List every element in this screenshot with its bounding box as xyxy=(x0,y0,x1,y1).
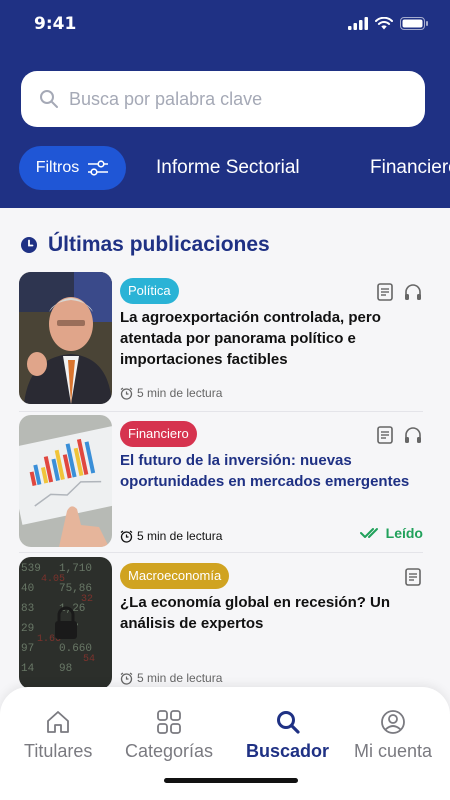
wifi-icon xyxy=(375,17,393,30)
section-title: Últimas publicaciones xyxy=(48,233,270,256)
filter-chips: Filtros Informe Sectorial Financiero xyxy=(19,146,450,190)
header: 9:41 Busca por palabra clave Filtros Inf… xyxy=(0,0,450,208)
double-check-icon xyxy=(359,528,378,538)
user-icon xyxy=(381,710,405,734)
grid-icon xyxy=(157,710,181,734)
document-icon[interactable] xyxy=(375,425,395,445)
alarm-clock-icon xyxy=(120,672,133,685)
signal-icon xyxy=(348,17,368,30)
filters-label: Filtros xyxy=(35,159,80,176)
sliders-icon xyxy=(88,160,109,176)
alarm-clock-icon xyxy=(120,530,133,543)
bottom-tab-bar: Titulares Categorías Buscador Mi cuenta xyxy=(0,687,450,800)
tab-label: Categorías xyxy=(125,741,214,761)
divider xyxy=(19,552,423,553)
headphones-icon[interactable] xyxy=(403,425,423,445)
home-indicator[interactable] xyxy=(164,778,298,783)
read-time-label: 5 min de lectura xyxy=(137,386,223,400)
read-status-label: Leído xyxy=(385,525,423,541)
clock-icon xyxy=(21,237,37,253)
tab-titulares[interactable]: Titulares xyxy=(24,709,92,762)
home-icon xyxy=(47,711,70,733)
read-time-label: 5 min de lectura xyxy=(137,529,223,543)
chip-informe-sectorial[interactable]: Informe Sectorial xyxy=(156,157,300,179)
article-card[interactable]: 5391,710 4075,86 831,26 294.7 970.660 14… xyxy=(19,557,423,691)
search-bar[interactable] xyxy=(21,71,425,127)
article-thumbnail: 5391,710 4075,86 831,26 294.7 970.660 14… xyxy=(19,557,112,689)
tab-label: Titulares xyxy=(24,741,93,761)
category-tag[interactable]: Financiero xyxy=(120,421,197,447)
status-bar: 9:41 xyxy=(0,0,450,50)
article-headline[interactable]: El futuro de la inversión: nuevas oportu… xyxy=(120,450,410,492)
search-input[interactable] xyxy=(69,88,399,110)
article-card[interactable]: Política La agroexportación controlada, … xyxy=(19,272,423,406)
headphones-icon[interactable] xyxy=(403,282,423,302)
read-status: Leído xyxy=(359,525,423,541)
chip-financiero[interactable]: Financiero xyxy=(370,157,450,179)
document-icon[interactable] xyxy=(403,567,423,587)
divider xyxy=(19,411,423,412)
article-actions xyxy=(375,425,423,445)
tab-mi-cuenta[interactable]: Mi cuenta xyxy=(354,709,432,762)
status-icons xyxy=(348,17,428,30)
read-time-label: 5 min de lectura xyxy=(137,671,223,685)
article-headline[interactable]: La agroexportación controlada, pero aten… xyxy=(120,307,410,370)
read-time: 5 min de lectura xyxy=(120,671,222,685)
article-thumbnail xyxy=(19,415,112,547)
category-tag[interactable]: Macroeconomía xyxy=(120,563,230,589)
category-tag[interactable]: Política xyxy=(120,278,179,304)
alarm-clock-icon xyxy=(120,387,133,400)
document-icon[interactable] xyxy=(375,282,395,302)
tab-buscador[interactable]: Buscador xyxy=(246,709,329,762)
section-header: Últimas publicaciones xyxy=(20,233,270,257)
article-headline[interactable]: ¿La economía global en recesión? Un anál… xyxy=(120,592,410,634)
search-icon xyxy=(40,90,58,108)
tab-label: Mi cuenta xyxy=(354,741,433,761)
tab-label: Buscador xyxy=(246,741,330,761)
filters-button[interactable]: Filtros xyxy=(19,146,126,190)
article-actions xyxy=(375,282,423,302)
article-card[interactable]: Financiero El futuro de la inversión: nu… xyxy=(19,415,423,549)
article-actions xyxy=(403,567,423,587)
tab-categorias[interactable]: Categorías xyxy=(125,709,213,762)
read-time: 5 min de lectura xyxy=(120,386,222,400)
search-icon xyxy=(276,711,300,734)
article-thumbnail xyxy=(19,272,112,404)
read-time: 5 min de lectura xyxy=(120,529,222,543)
status-time: 9:41 xyxy=(34,14,77,34)
battery-icon xyxy=(400,17,428,30)
